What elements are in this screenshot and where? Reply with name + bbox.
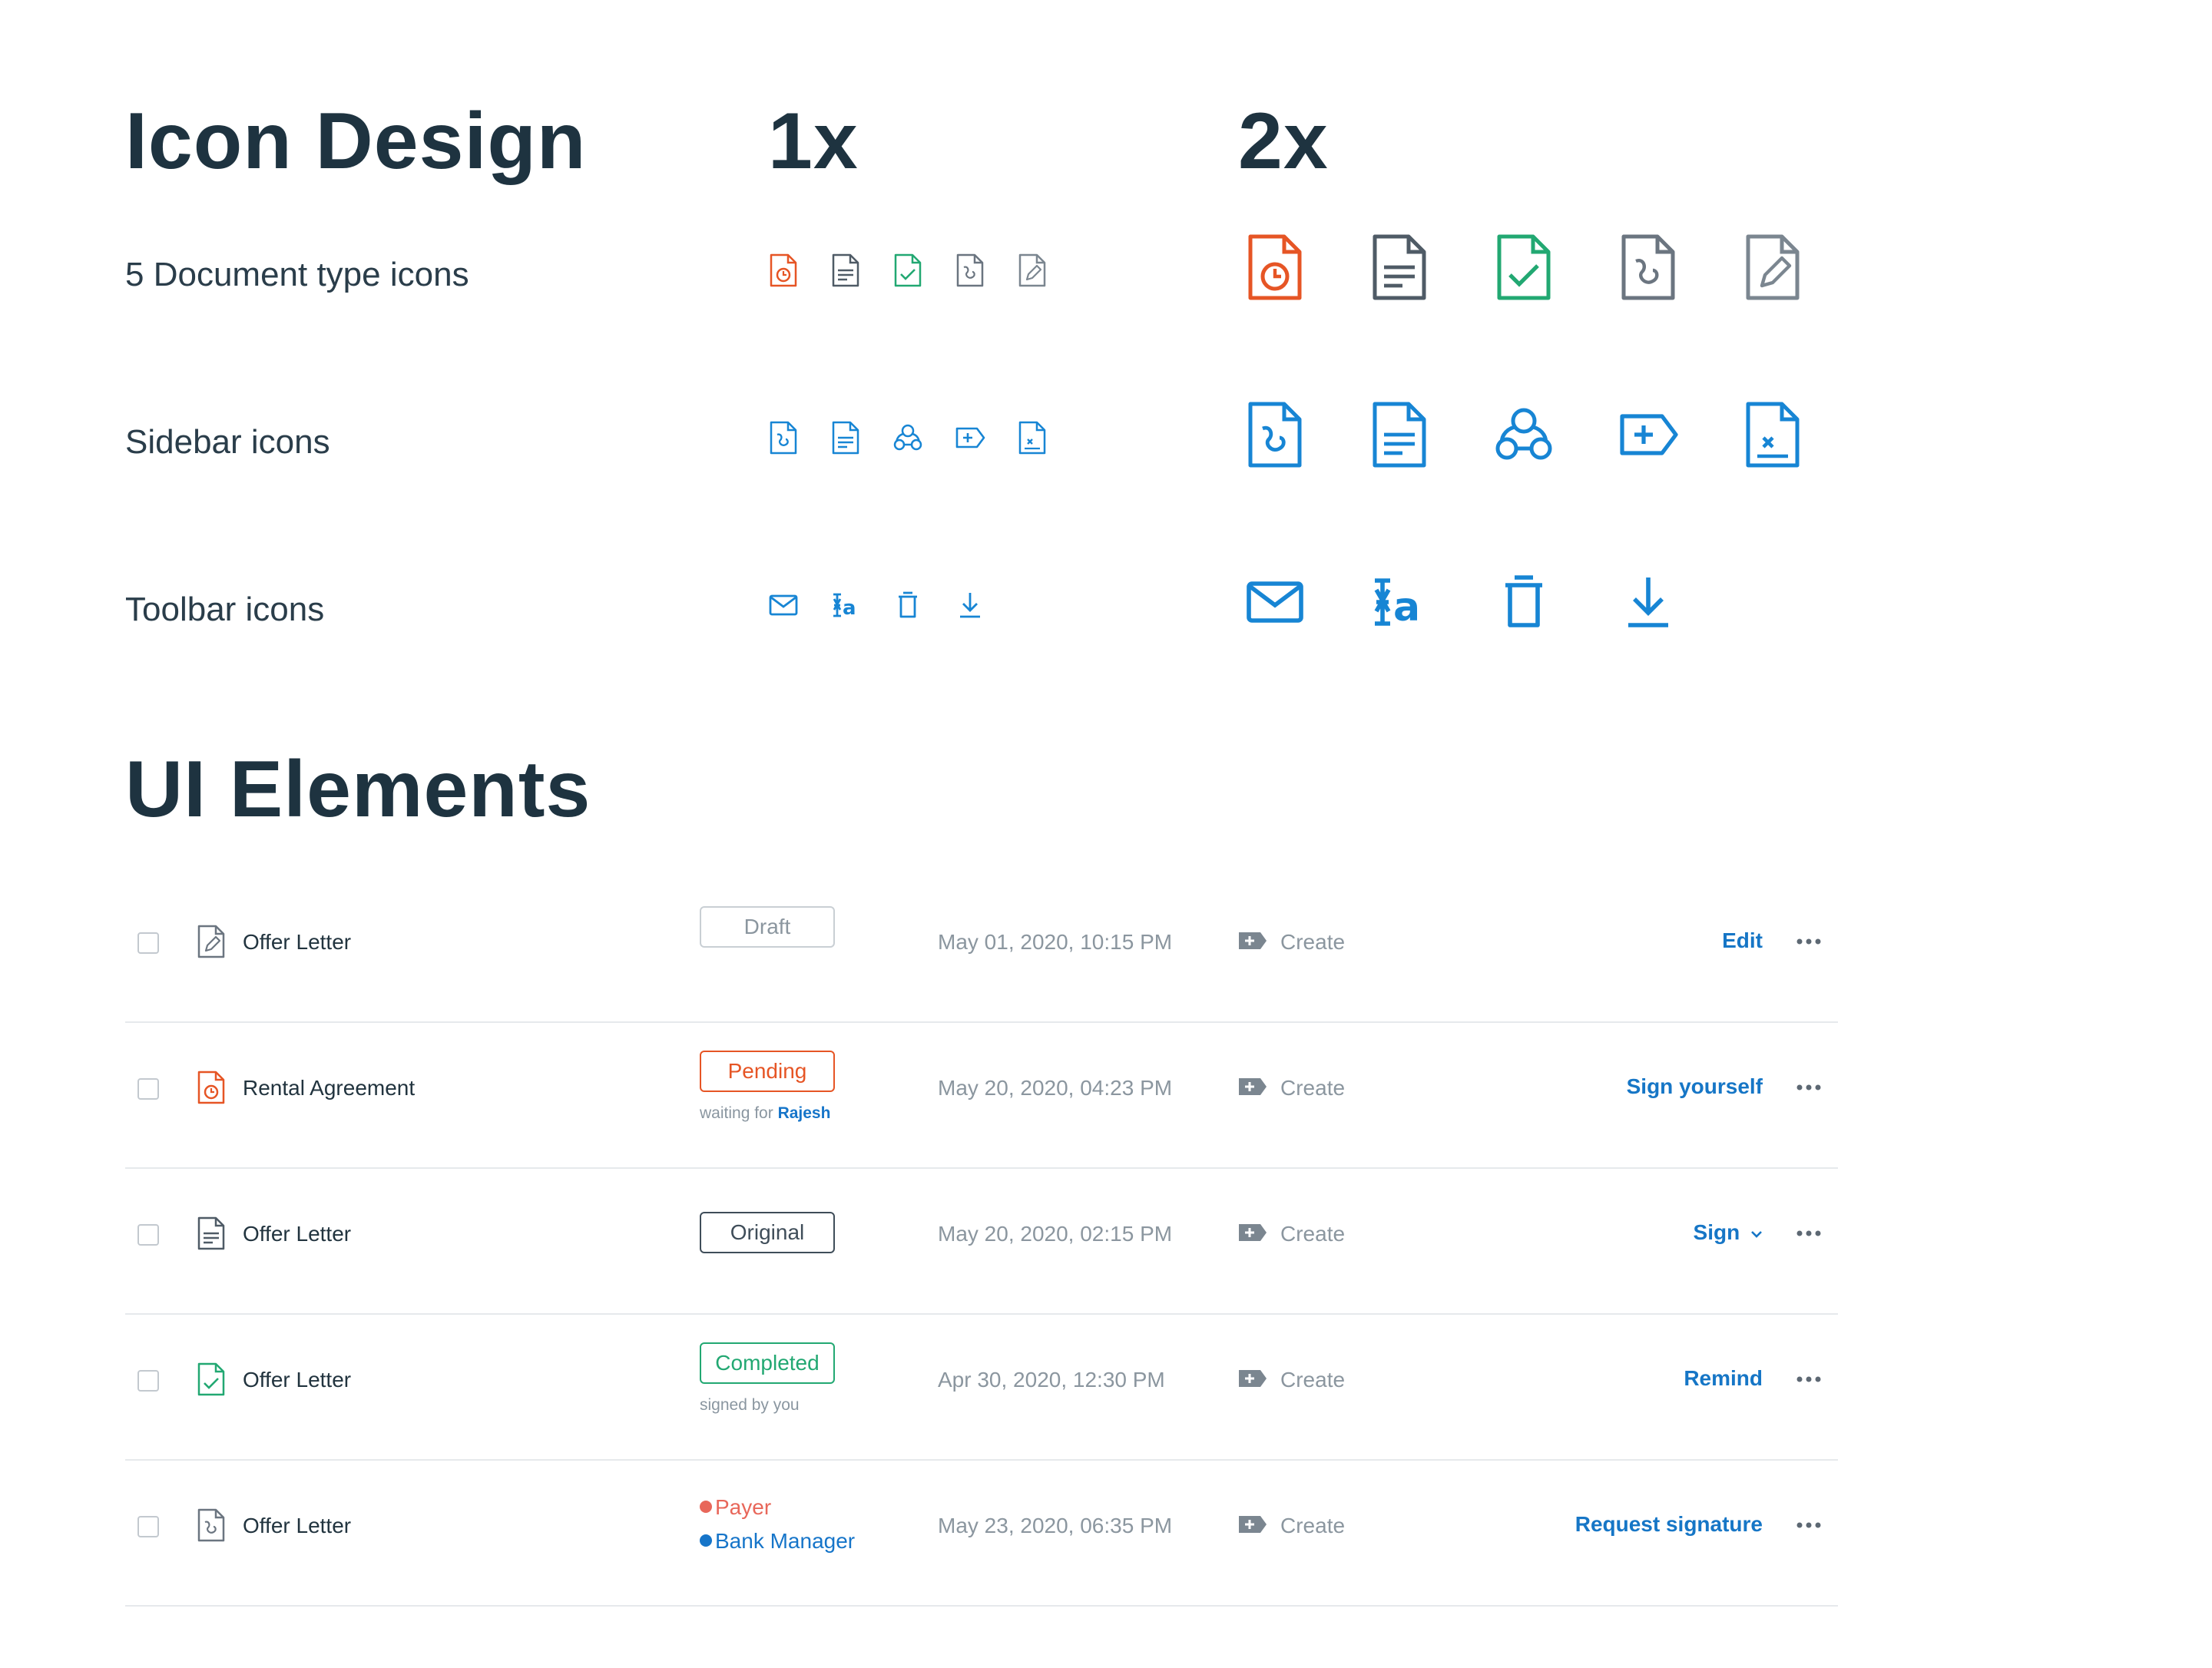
status-badge: Draft <box>700 906 835 948</box>
mail-icon <box>1244 568 1324 648</box>
create-tag-icon <box>1618 401 1697 481</box>
doc-draft-icon <box>1017 253 1057 293</box>
edit-button[interactable]: Edit <box>1722 928 1763 954</box>
document-name[interactable]: Offer Letter <box>243 1513 351 1539</box>
table-row[interactable]: Offer Letter Payer Bank Manager May 23, … <box>125 1459 1838 1607</box>
ui-elements-title: UI Elements <box>125 745 591 834</box>
doc-pending-icon <box>768 253 808 293</box>
create-label: Create <box>1280 1222 1346 1246</box>
column-1x-heading: 1x <box>768 97 859 186</box>
signed-by-text: signed by you <box>700 1396 800 1414</box>
toolbar-icons-label: Toolbar icons <box>125 591 325 628</box>
contacts-icon <box>892 421 932 461</box>
svg-text:a: a <box>1393 584 1420 630</box>
create-label: Create <box>1280 930 1346 954</box>
date-text: May 23, 2020, 06:35 PM <box>938 1514 1173 1537</box>
create-tag-icon <box>1239 1224 1267 1241</box>
create-tag-icon <box>955 421 995 461</box>
document-name[interactable]: Rental Agreement <box>243 1075 415 1101</box>
date-text: May 20, 2020, 02:15 PM <box>938 1222 1173 1246</box>
more-options-icon[interactable] <box>1795 1080 1823 1095</box>
date-text: Apr 30, 2020, 12:30 PM <box>938 1368 1165 1392</box>
text-field-icon: a <box>1369 568 1449 648</box>
date-text: May 20, 2020, 04:23 PM <box>938 1076 1173 1100</box>
payer-dot <box>700 1500 712 1513</box>
create-tag-icon <box>1239 932 1267 949</box>
table-row[interactable]: Offer Letter Original May 20, 2020, 02:1… <box>125 1167 1838 1315</box>
status-badge: Original <box>700 1212 835 1253</box>
table-row[interactable]: Offer Letter Draft May 01, 2020, 10:15 P… <box>125 875 1838 1023</box>
doc-signature-icon <box>196 1508 227 1542</box>
status-badge: Pending <box>700 1051 835 1092</box>
request-signature-button[interactable]: Request signature <box>1575 1511 1763 1537</box>
date-text: May 01, 2020, 10:15 PM <box>938 930 1173 954</box>
row-checkbox[interactable] <box>137 1224 159 1246</box>
signer-payer: Payer <box>700 1494 771 1521</box>
icon-design-title: Icon Design <box>125 97 587 186</box>
doc-text-icon <box>1369 233 1449 313</box>
table-row[interactable]: Offer Letter Completed signed by you Apr… <box>125 1313 1838 1461</box>
status-badge: Completed <box>700 1342 835 1384</box>
remind-button[interactable]: Remind <box>1684 1365 1763 1392</box>
trash-icon <box>892 588 932 628</box>
download-icon <box>1618 568 1697 648</box>
doc-signature-icon <box>1618 233 1697 313</box>
column-2x-heading: 2x <box>1238 97 1329 186</box>
signature-file-icon <box>768 421 808 461</box>
row-checkbox[interactable] <box>137 1078 159 1100</box>
chevron-down-icon <box>1751 1230 1762 1238</box>
doc-pending-icon <box>1244 233 1324 313</box>
doc-text-icon <box>830 253 870 293</box>
document-type-icons-label: 5 Document type icons <box>125 256 469 293</box>
more-options-icon[interactable] <box>1795 1372 1823 1387</box>
text-field-icon: a <box>830 588 870 628</box>
assignee-name[interactable]: Rajesh <box>778 1104 831 1122</box>
template-icon <box>1017 421 1057 461</box>
row-checkbox[interactable] <box>137 932 159 954</box>
doc-signature-icon <box>955 253 995 293</box>
create-tag-icon <box>1239 1370 1267 1387</box>
row-checkbox[interactable] <box>137 1516 159 1537</box>
sign-label: Sign <box>1693 1220 1740 1244</box>
sign-dropdown-button[interactable]: Sign <box>1694 1220 1763 1246</box>
create-label: Create <box>1280 1368 1346 1392</box>
doc-draft-icon <box>196 925 227 958</box>
create-tag-icon <box>1239 1078 1267 1095</box>
template-icon <box>1742 401 1822 481</box>
more-options-icon[interactable] <box>1795 1226 1823 1241</box>
doc-draft-icon <box>1742 233 1822 313</box>
doc-pending-icon <box>196 1071 227 1104</box>
mail-icon <box>768 588 808 628</box>
table-row[interactable]: Rental Agreement Pending waiting for Raj… <box>125 1021 1838 1169</box>
document-name[interactable]: Offer Letter <box>243 929 351 955</box>
document-name[interactable]: Offer Letter <box>243 1221 351 1247</box>
sidebar-icons-label: Sidebar icons <box>125 423 330 461</box>
more-options-icon[interactable] <box>1795 1517 1823 1533</box>
row-checkbox[interactable] <box>137 1370 159 1392</box>
doc-completed-icon <box>196 1362 227 1396</box>
signature-file-icon <box>1244 401 1324 481</box>
create-label: Create <box>1280 1076 1346 1100</box>
contacts-icon <box>1493 401 1573 481</box>
svg-text:a: a <box>843 597 856 620</box>
doc-text-icon <box>196 1216 227 1250</box>
document-name[interactable]: Offer Letter <box>243 1367 351 1393</box>
waiting-for-text: waiting for Rajesh <box>700 1104 831 1122</box>
download-icon <box>955 588 995 628</box>
doc-completed-icon <box>1493 233 1573 313</box>
create-label: Create <box>1280 1514 1346 1537</box>
create-tag-icon <box>1239 1516 1267 1533</box>
more-options-icon[interactable] <box>1795 934 1823 949</box>
doc-completed-icon <box>892 253 932 293</box>
sign-yourself-button[interactable]: Sign yourself <box>1627 1074 1763 1100</box>
trash-icon <box>1493 568 1573 648</box>
bank-manager-dot <box>700 1534 712 1547</box>
document-icon <box>1369 401 1449 481</box>
signer-bank-manager: Bank Manager <box>700 1528 855 1554</box>
document-icon <box>830 421 870 461</box>
